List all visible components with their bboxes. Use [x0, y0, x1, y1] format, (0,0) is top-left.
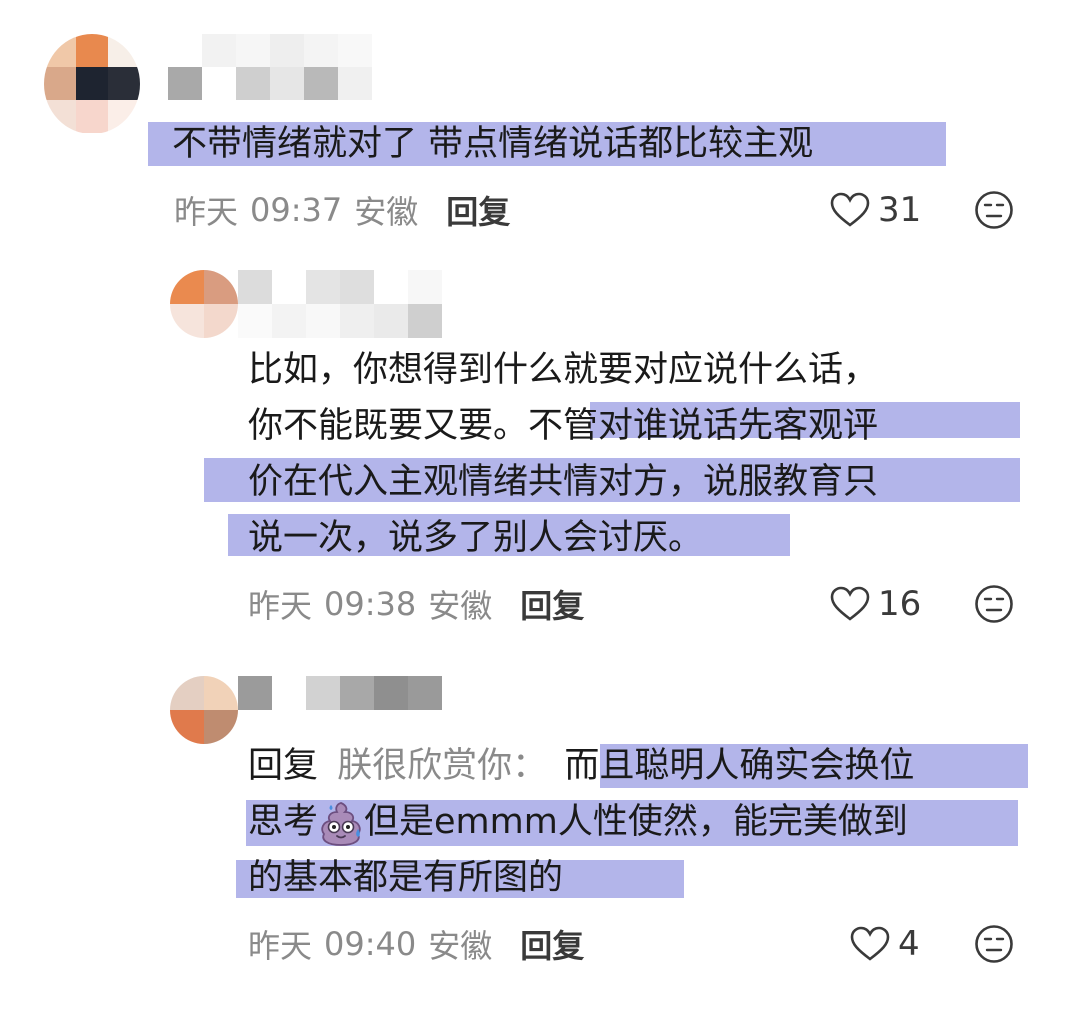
neutral-face-icon[interactable] — [974, 924, 1014, 964]
comment-line-text: 但是emmm人性使然，能完美做到 — [364, 802, 908, 842]
like-count: 31 — [878, 190, 922, 230]
comment-meta: 昨天 09:37 安徽 回复 — [174, 188, 510, 232]
username[interactable] — [238, 676, 442, 710]
comment-line-text: 而且聪明人确实会换位 — [564, 746, 915, 786]
heart-outline-icon — [850, 926, 890, 961]
like-count: 16 — [878, 584, 922, 624]
like-button[interactable]: 16 — [830, 582, 921, 626]
comment-line: 的基本都是有所图的 — [248, 858, 564, 898]
comment-text: 不带情绪就对了 带点情绪说话都比较主观 — [172, 116, 813, 172]
comment-meta: 昨天 09:40 安徽 回复 — [248, 922, 584, 966]
heart-outline-icon — [830, 586, 870, 621]
heart-outline-icon — [830, 192, 870, 227]
comment-location: 安徽 — [428, 587, 493, 625]
username[interactable] — [238, 270, 442, 338]
comment-line: 你不能既要又要。不管对谁说话先客观评 — [248, 406, 879, 446]
comment-time: 09:38 — [324, 585, 417, 623]
comment-line: 说一次，说多了别人会讨厌。 — [248, 518, 704, 558]
avatar[interactable] — [170, 676, 238, 744]
comment-line: 回复 朕很欣赏你： 而且聪明人确实会换位 — [248, 738, 914, 794]
comment-time: 09:37 — [250, 191, 343, 229]
comment-line: 价在代入主观情绪共情对方，说服教育只 — [248, 462, 879, 502]
comment-line: 比如，你想得到什么就要对应说什么话， — [248, 350, 879, 390]
comment-location: 安徽 — [428, 927, 493, 965]
comment-text: 回复 朕很欣赏你： 而且聪明人确实会换位 思考 但是emmm人性使然，能完美做到… — [248, 738, 914, 906]
reply-button[interactable]: 回复 — [520, 921, 584, 967]
like-button[interactable]: 31 — [830, 188, 921, 232]
like-count: 4 — [898, 924, 920, 964]
neutral-face-icon[interactable] — [974, 584, 1014, 624]
comment-location: 安徽 — [354, 193, 419, 231]
reply-button[interactable]: 回复 — [520, 581, 584, 627]
comment-line: 不带情绪就对了 带点情绪说话都比较主观 — [172, 124, 814, 164]
comment-date: 昨天 — [174, 193, 239, 231]
comment-line: 思考 但是emmm人性使然，能完美做到 — [248, 794, 914, 850]
like-button[interactable]: 4 — [850, 922, 920, 966]
neutral-face-icon[interactable] — [974, 190, 1014, 230]
comment-line-text: 思考 — [248, 802, 319, 842]
avatar[interactable] — [44, 34, 140, 134]
reply-target-username[interactable]: 朕很欣赏你： — [337, 746, 547, 786]
avatar[interactable] — [170, 270, 238, 338]
poop-emoji-icon — [321, 802, 361, 846]
comment-date: 昨天 — [248, 587, 313, 625]
comment-text: 比如，你想得到什么就要对应说什么话， 你不能既要又要。不管对谁说话先客观评 价在… — [248, 342, 878, 566]
comment-meta: 昨天 09:38 安徽 回复 — [248, 582, 584, 626]
reply-prefix[interactable]: 回复 — [248, 746, 318, 786]
reply-button[interactable]: 回复 — [446, 187, 510, 233]
comment-time: 09:40 — [324, 925, 417, 963]
username[interactable] — [168, 34, 372, 100]
comment-date: 昨天 — [248, 927, 313, 965]
